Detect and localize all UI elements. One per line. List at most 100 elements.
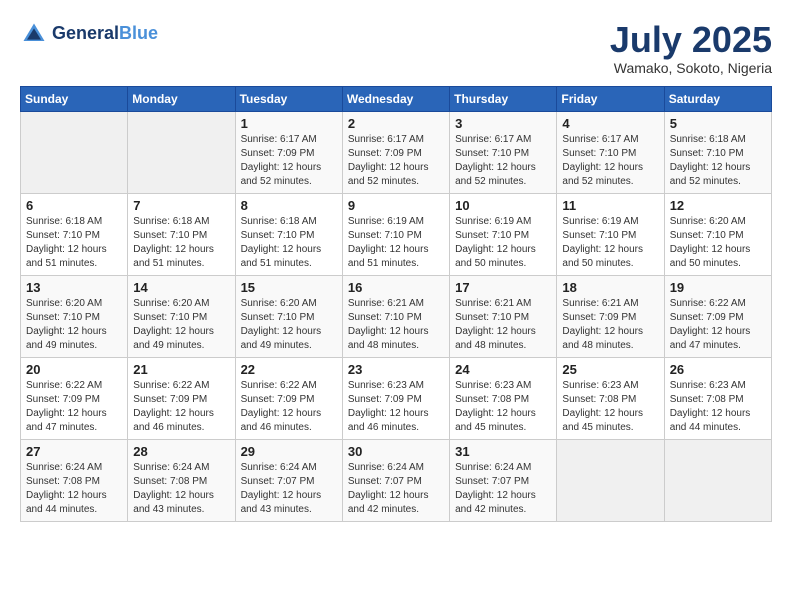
calendar-cell: 31 Sunrise: 6:24 AM Sunset: 7:07 PM Dayli…	[450, 439, 557, 521]
day-number: 9	[348, 198, 444, 213]
day-info: Sunrise: 6:20 AM Sunset: 7:10 PM Dayligh…	[241, 297, 337, 353]
day-number: 6	[26, 198, 122, 213]
calendar-cell: 30Sunrise: 6:24 AM Sunset: 7:07 PM Dayli…	[342, 439, 449, 521]
calendar-week: 6 Sunrise: 6:18 AM Sunset: 7:10 PM Daylig…	[21, 193, 772, 275]
calendar-cell: 5Sunrise: 6:18 AM Sunset: 7:10 PM Daylig…	[664, 111, 771, 193]
calendar-table: SundayMondayTuesdayWednesdayThursdayFrid…	[20, 86, 772, 522]
calendar-cell: 1 Sunrise: 6:17 AM Sunset: 7:09 PM Daylig…	[235, 111, 342, 193]
calendar-cell: 25 Sunrise: 6:23 AM Sunset: 7:08 PM Dayli…	[557, 357, 664, 439]
day-info: Sunrise: 6:22 AM Sunset: 7:09 PM Dayligh…	[133, 379, 229, 435]
calendar-cell: 17Sunrise: 6:21 AM Sunset: 7:10 PM Dayli…	[450, 275, 557, 357]
day-info: Sunrise: 6:23 AM Sunset: 7:08 PM Dayligh…	[670, 379, 766, 435]
calendar-cell	[21, 111, 128, 193]
day-number: 1	[241, 116, 337, 131]
calendar-cell: 12 Sunrise: 6:20 AM Sunset: 7:10 PM Dayli…	[664, 193, 771, 275]
calendar-cell	[128, 111, 235, 193]
day-info: Sunrise: 6:23 AM Sunset: 7:09 PM Dayligh…	[348, 379, 444, 435]
day-info: Sunrise: 6:23 AM Sunset: 7:08 PM Dayligh…	[562, 379, 658, 435]
day-of-week-sunday: Sunday	[21, 86, 128, 111]
calendar-cell: 9 Sunrise: 6:19 AM Sunset: 7:10 PM Daylig…	[342, 193, 449, 275]
calendar-cell: 6 Sunrise: 6:18 AM Sunset: 7:10 PM Daylig…	[21, 193, 128, 275]
calendar-cell: 15Sunrise: 6:20 AM Sunset: 7:10 PM Dayli…	[235, 275, 342, 357]
day-number: 8	[241, 198, 337, 213]
day-number: 11	[562, 198, 658, 213]
day-info: Sunrise: 6:22 AM Sunset: 7:09 PM Dayligh…	[241, 379, 337, 435]
day-info: Sunrise: 6:20 AM Sunset: 7:10 PM Dayligh…	[26, 297, 122, 353]
day-info: Sunrise: 6:18 AM Sunset: 7:10 PM Dayligh…	[133, 215, 229, 271]
day-info: Sunrise: 6:18 AM Sunset: 7:10 PM Dayligh…	[26, 215, 122, 271]
day-number: 30	[348, 444, 444, 459]
day-number: 28	[133, 444, 229, 459]
calendar-cell: 20 Sunrise: 6:22 AM Sunset: 7:09 PM Dayli…	[21, 357, 128, 439]
logo-blue: Blue	[119, 23, 158, 43]
day-of-week-tuesday: Tuesday	[235, 86, 342, 111]
day-info: Sunrise: 6:19 AM Sunset: 7:10 PM Dayligh…	[455, 215, 551, 271]
day-of-week-wednesday: Wednesday	[342, 86, 449, 111]
calendar-cell: 27 Sunrise: 6:24 AM Sunset: 7:08 PM Dayli…	[21, 439, 128, 521]
day-info: Sunrise: 6:19 AM Sunset: 7:10 PM Dayligh…	[348, 215, 444, 271]
calendar-cell: 19Sunrise: 6:22 AM Sunset: 7:09 PM Dayli…	[664, 275, 771, 357]
day-number: 20	[26, 362, 122, 377]
day-info: Sunrise: 6:20 AM Sunset: 7:10 PM Dayligh…	[133, 297, 229, 353]
day-number: 27	[26, 444, 122, 459]
day-number: 3	[455, 116, 551, 131]
day-info: Sunrise: 6:17 AM Sunset: 7:10 PM Dayligh…	[455, 133, 551, 189]
calendar-week: 13 Sunrise: 6:20 AM Sunset: 7:10 PM Dayli…	[21, 275, 772, 357]
page-header: GeneralBlue July 2025 Wamako, Sokoto, Ni…	[20, 20, 772, 76]
day-number: 12	[670, 198, 766, 213]
day-info: Sunrise: 6:24 AM Sunset: 7:07 PM Dayligh…	[241, 461, 337, 517]
day-number: 31	[455, 444, 551, 459]
day-number: 16	[348, 280, 444, 295]
day-info: Sunrise: 6:22 AM Sunset: 7:09 PM Dayligh…	[670, 297, 766, 353]
day-info: Sunrise: 6:23 AM Sunset: 7:08 PM Dayligh…	[455, 379, 551, 435]
day-number: 10	[455, 198, 551, 213]
day-info: Sunrise: 6:17 AM Sunset: 7:09 PM Dayligh…	[241, 133, 337, 189]
day-info: Sunrise: 6:24 AM Sunset: 7:08 PM Dayligh…	[26, 461, 122, 517]
calendar-cell: 24 Sunrise: 6:23 AM Sunset: 7:08 PM Dayli…	[450, 357, 557, 439]
calendar-cell: 13 Sunrise: 6:20 AM Sunset: 7:10 PM Dayli…	[21, 275, 128, 357]
day-info: Sunrise: 6:20 AM Sunset: 7:10 PM Dayligh…	[670, 215, 766, 271]
calendar-cell: 14Sunrise: 6:20 AM Sunset: 7:10 PM Dayli…	[128, 275, 235, 357]
day-info: Sunrise: 6:17 AM Sunset: 7:10 PM Dayligh…	[562, 133, 658, 189]
day-number: 23	[348, 362, 444, 377]
calendar-cell: 4Sunrise: 6:17 AM Sunset: 7:10 PM Daylig…	[557, 111, 664, 193]
day-number: 22	[241, 362, 337, 377]
day-of-week-monday: Monday	[128, 86, 235, 111]
calendar-body: 1 Sunrise: 6:17 AM Sunset: 7:09 PM Daylig…	[21, 111, 772, 521]
calendar-cell: 28 Sunrise: 6:24 AM Sunset: 7:08 PM Dayli…	[128, 439, 235, 521]
day-number: 13	[26, 280, 122, 295]
day-number: 25	[562, 362, 658, 377]
logo-general: General	[52, 23, 119, 43]
day-of-week-saturday: Saturday	[664, 86, 771, 111]
calendar-cell: 18Sunrise: 6:21 AM Sunset: 7:09 PM Dayli…	[557, 275, 664, 357]
calendar-cell: 10 Sunrise: 6:19 AM Sunset: 7:10 PM Dayli…	[450, 193, 557, 275]
day-info: Sunrise: 6:19 AM Sunset: 7:10 PM Dayligh…	[562, 215, 658, 271]
day-number: 24	[455, 362, 551, 377]
day-number: 26	[670, 362, 766, 377]
logo-icon	[20, 20, 48, 48]
day-info: Sunrise: 6:24 AM Sunset: 7:07 PM Dayligh…	[455, 461, 551, 517]
calendar-cell: 26 Sunrise: 6:23 AM Sunset: 7:08 PM Dayli…	[664, 357, 771, 439]
day-info: Sunrise: 6:24 AM Sunset: 7:08 PM Dayligh…	[133, 461, 229, 517]
calendar-cell	[557, 439, 664, 521]
calendar-header: SundayMondayTuesdayWednesdayThursdayFrid…	[21, 86, 772, 111]
calendar-week: 1 Sunrise: 6:17 AM Sunset: 7:09 PM Daylig…	[21, 111, 772, 193]
calendar-cell: 22 Sunrise: 6:22 AM Sunset: 7:09 PM Dayli…	[235, 357, 342, 439]
calendar-cell	[664, 439, 771, 521]
calendar-cell: 7 Sunrise: 6:18 AM Sunset: 7:10 PM Daylig…	[128, 193, 235, 275]
calendar-cell: 11 Sunrise: 6:19 AM Sunset: 7:10 PM Dayli…	[557, 193, 664, 275]
day-number: 29	[241, 444, 337, 459]
day-info: Sunrise: 6:18 AM Sunset: 7:10 PM Dayligh…	[241, 215, 337, 271]
day-info: Sunrise: 6:21 AM Sunset: 7:10 PM Dayligh…	[455, 297, 551, 353]
day-number: 7	[133, 198, 229, 213]
calendar-week: 27 Sunrise: 6:24 AM Sunset: 7:08 PM Dayli…	[21, 439, 772, 521]
day-info: Sunrise: 6:22 AM Sunset: 7:09 PM Dayligh…	[26, 379, 122, 435]
header-row: SundayMondayTuesdayWednesdayThursdayFrid…	[21, 86, 772, 111]
calendar-week: 20 Sunrise: 6:22 AM Sunset: 7:09 PM Dayli…	[21, 357, 772, 439]
calendar-cell: 8 Sunrise: 6:18 AM Sunset: 7:10 PM Daylig…	[235, 193, 342, 275]
day-of-week-thursday: Thursday	[450, 86, 557, 111]
logo: GeneralBlue	[20, 20, 158, 48]
day-info: Sunrise: 6:18 AM Sunset: 7:10 PM Dayligh…	[670, 133, 766, 189]
day-number: 21	[133, 362, 229, 377]
calendar-cell: 23 Sunrise: 6:23 AM Sunset: 7:09 PM Dayli…	[342, 357, 449, 439]
